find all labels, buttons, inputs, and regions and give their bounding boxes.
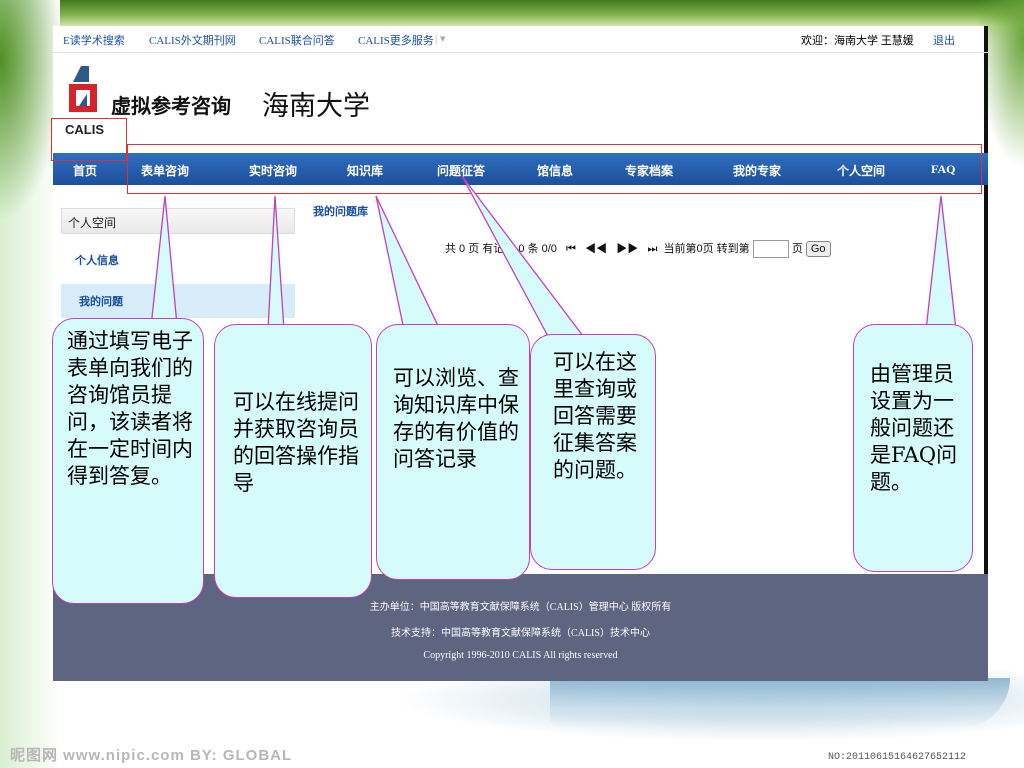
main-section-title: 我的问题库	[313, 206, 368, 218]
go-button[interactable]: Go	[805, 241, 831, 258]
topbar-link-more-services[interactable]: CALIS更多服务	[358, 32, 434, 48]
topbar-link-joint-qa[interactable]: CALIS联合问答	[259, 32, 335, 48]
watermark-text: 昵图网 www.nipic.com BY: GLOBAL	[10, 747, 293, 764]
first-page-icon[interactable]: ⏮	[566, 243, 576, 255]
callout-live-consult: 可以在线提问并获取咨询员的回答操作指导	[214, 324, 372, 598]
topbar-link-foreign-journals[interactable]: CALIS外文期刊网	[149, 32, 236, 48]
prev-page-icon[interactable]: ◀◀	[585, 243, 607, 255]
pagination-bar: 共 0 页 有记录 0 条 0/0 ⏮ ◀◀ ▶▶ ⏭ 当前第0页 转到第 页 …	[445, 240, 831, 259]
sidebar-item-my-questions[interactable]: 我的问题	[61, 284, 295, 318]
university-name: 海南大学	[262, 91, 370, 121]
more-services-dropdown-icon[interactable]: | ▾	[435, 32, 445, 45]
topbar-link-eread[interactable]: E读学术搜索	[63, 32, 125, 48]
footer-support: 技术支持：中国高等教育文献保障系统（CALIS）技术中心	[391, 628, 650, 639]
highlight-box-nav	[127, 144, 982, 194]
sidebar-title: 个人空间	[61, 208, 295, 234]
wave-decoration	[550, 678, 1010, 728]
sidebar-item-personal-info[interactable]: 个人信息	[61, 252, 295, 268]
nav-home[interactable]: 首页	[73, 162, 97, 179]
next-page-icon[interactable]: ▶▶	[616, 243, 638, 255]
pager-page-unit: 页	[791, 243, 803, 255]
callout-knowledge-base: 可以浏览、查询知识库中保存的有价值的问答记录	[376, 324, 530, 580]
callout-question-solicit: 可以在这里查询或回答需要征集答案的问题。	[530, 334, 656, 570]
site-title: 虚拟参考咨询	[111, 96, 231, 118]
calis-logo-icon	[69, 66, 97, 112]
footer-copyright: Copyright 1996-2010 CALIS All rights res…	[423, 650, 618, 661]
pager-current: 当前第0页 转到第	[663, 243, 750, 255]
callout-form-consult: 通过填写电子表单向我们的咨询馆员提问，该读者将在一定时间内得到答复。	[52, 318, 204, 604]
highlight-box-home	[51, 118, 127, 161]
goto-page-input[interactable]	[752, 240, 789, 259]
welcome-user-text: 欢迎：海南大学 王慧媛	[801, 35, 914, 47]
pager-summary: 共 0 页 有记录 0 条 0/0	[445, 243, 557, 255]
sidebar: 个人空间 个人信息 我的问题	[61, 208, 295, 318]
last-page-icon[interactable]: ⏭	[647, 243, 657, 255]
logout-link[interactable]: 退出	[933, 32, 955, 48]
watermark-number: NO:20110615164627652112	[828, 752, 967, 763]
callout-faq: 由管理员设置为一般问题还是FAQ问题。	[853, 324, 973, 572]
top-link-bar: E读学术搜索 CALIS外文期刊网 CALIS联合问答 CALIS更多服务 | …	[53, 26, 988, 53]
